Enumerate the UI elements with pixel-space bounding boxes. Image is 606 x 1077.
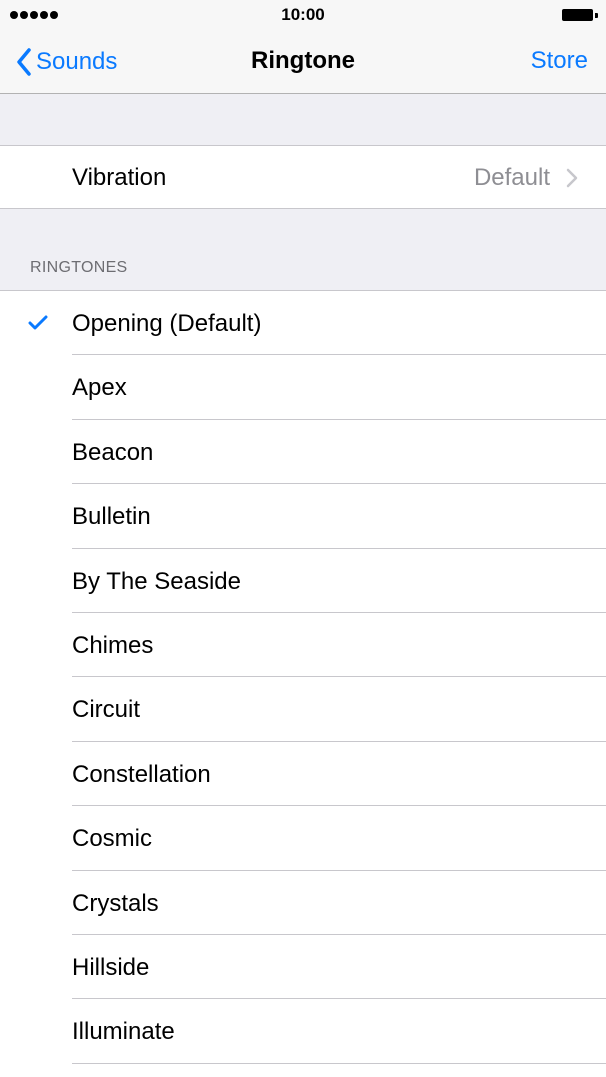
checkmark-icon [28, 315, 48, 330]
ringtone-label: Circuit [72, 696, 141, 724]
ringtone-label: Cosmic [72, 825, 153, 853]
ringtone-item[interactable]: Cosmic [0, 806, 606, 871]
ringtone-label: Illuminate [72, 1018, 175, 1046]
page-title: Ringtone [251, 47, 355, 74]
ringtone-item[interactable]: Crystals [0, 871, 606, 936]
ringtone-item[interactable]: Opening (Default) [0, 291, 606, 356]
ringtone-item[interactable]: Illuminate [0, 999, 606, 1065]
ringtones-section-header: RINGTONES [30, 259, 128, 276]
ringtone-label: Opening (Default) [72, 310, 262, 337]
ringtone-label: By The Seaside [72, 567, 241, 595]
vibration-value: Default [473, 164, 550, 191]
ringtone-label: Chimes [72, 631, 154, 659]
ringtone-label: Apex [72, 374, 127, 402]
ringtone-label: Bulletin [72, 503, 151, 531]
chevron-right-icon [566, 168, 578, 188]
ringtone-item[interactable]: Bulletin [0, 484, 606, 549]
ringtone-list: Opening (Default) Apex Beacon Bulletin B… [0, 290, 606, 1077]
ringtone-label: Hillside [72, 953, 150, 981]
ringtone-label: Beacon [72, 438, 154, 466]
ringtone-item[interactable]: Chimes [0, 613, 606, 678]
ringtone-item[interactable]: By The Seaside [0, 549, 606, 614]
vibration-cell[interactable]: Vibration Default [0, 145, 606, 209]
navigation-bar: Sounds Ringtone Store [0, 30, 606, 94]
ringtone-label: Crystals [72, 889, 159, 917]
vibration-label: Vibration [72, 164, 167, 191]
status-time: 10:00 [281, 5, 325, 24]
ringtone-item[interactable]: Hillside [0, 935, 606, 1000]
store-button[interactable]: Store [531, 47, 588, 75]
ringtone-item[interactable]: Beacon [0, 420, 606, 485]
status-bar: 10:00 [0, 0, 606, 30]
ringtone-label: Constellation [72, 760, 211, 788]
ringtone-item[interactable]: Circuit [0, 677, 606, 743]
battery-icon [562, 9, 598, 21]
ringtone-item[interactable]: Apex [0, 355, 606, 421]
ringtone-item[interactable]: Constellation [0, 742, 606, 807]
